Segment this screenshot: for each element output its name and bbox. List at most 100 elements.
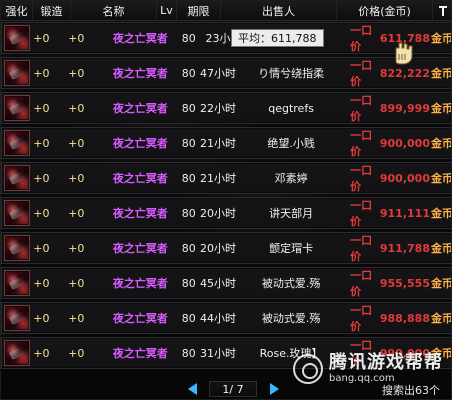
item-icon-cell [2,57,31,89]
price-cell: 一口价 911,788 [344,232,432,264]
item-name: 夜之亡冥者 [112,277,168,290]
forge-value: +0 [68,171,85,185]
header-lv[interactable]: Lv [157,1,177,21]
item-name: 夜之亡冥者 [112,172,168,185]
item-icon-cell [2,92,31,124]
watermark-main: 腾讯游戏帮帮 [329,352,443,373]
seller-name: 被动式爱.殇 [261,277,321,290]
term-value: 31小时 [199,347,236,360]
average-price-tooltip: 平均：611,788 [231,29,324,47]
seller-name: り情兮绕指柔 [258,67,325,80]
item-name: 夜之亡冥者 [112,207,168,220]
level-value: 80 [181,31,196,45]
forge-value: +0 [68,311,85,325]
header-forge[interactable]: 锻造 [33,1,71,21]
term-value: 47小时 [199,67,236,80]
header-price[interactable]: 价格(金币) [337,1,433,21]
result-row[interactable]: +0 +0 夜之亡冥者 80 47小时 り情兮绕指柔 一口价 822,222 金… [1,57,451,89]
strength-value: +0 [33,206,50,220]
watermark-text: 腾讯游戏帮帮 bang.qq.com [329,354,443,384]
price-cell: 一口价 899,999 [344,92,432,124]
strength-value: +0 [33,136,50,150]
strength-value: +0 [33,101,50,115]
seller-name: qegtrefs [268,101,314,115]
header-term-label: 期限 [187,4,210,18]
page-indicator: 1/ 7 [209,381,257,397]
pagination: 1/ 7 [185,380,281,398]
auction-window: 强化 锻造 名称 Lv 期限 出售人 价格(金币) +0 +0 夜之亡冥者 80… [0,0,452,400]
price-value: 911,788 [379,241,430,255]
price-value: 988,888 [379,311,430,325]
item-icon-cell [2,162,31,194]
strength-value: +0 [33,311,50,325]
currency-label: 金币 [430,32,452,45]
item-icon-cell [2,267,31,299]
forge-value: +0 [68,241,85,255]
term-value: 21小时 [199,137,236,150]
level-value: 80 [181,276,196,290]
header-term[interactable]: 期限 [177,1,221,21]
item-icon [3,95,30,121]
strength-value: +0 [33,276,50,290]
result-row[interactable]: +0 +0 夜之亡冥者 80 23小 一口价 611,788 金币 [1,22,452,54]
item-name: 夜之亡冥者 [112,312,168,325]
level-value: 80 [181,101,196,115]
header-name[interactable]: 名称 [71,1,157,21]
price-value: 822,222 [379,66,430,80]
item-icon [3,305,30,331]
result-row[interactable]: +0 +0 夜之亡冥者 80 20小时 讲天部月 一口价 911,111 金币 [1,197,451,229]
result-row[interactable]: +0 +0 夜之亡冥者 80 22小时 qegtrefs 一口价 899,999… [1,92,451,124]
forge-value: +0 [68,136,85,150]
buyout-label: 一口价 [350,304,373,333]
header-strength[interactable]: 强化 [1,1,33,21]
price-value: 899,999 [379,101,430,115]
price-cell: 一口价 900,000 [344,162,432,194]
price-cell: 一口价 988,888 [344,302,432,334]
result-row[interactable]: +0 +0 夜之亡冥者 80 45小时 被动式爱.殇 一口价 955,555 金… [1,267,452,299]
prev-page-button[interactable] [185,382,199,396]
next-page-button[interactable] [267,382,281,396]
strength-value: +0 [33,241,50,255]
level-value: 80 [181,66,196,80]
item-icon [3,235,30,261]
average-price-text: 平均：611,788 [238,32,317,45]
item-icon-cell [2,232,31,264]
result-row[interactable]: +0 +0 夜之亡冥者 80 21小时 绝望.小贱 一口价 900,000 金币 [1,127,451,159]
forge-value: +0 [68,31,85,45]
item-name: 夜之亡冥者 [112,137,168,150]
term-value: 22小时 [199,102,236,115]
header-seller[interactable]: 出售人 [221,1,337,21]
forge-value: +0 [68,66,85,80]
term-value: 20小时 [199,242,236,255]
price-value: 911,111 [379,206,430,220]
strength-value: +0 [33,31,50,45]
seller-name: 绝望.小贱 [267,137,315,150]
header-sort-button[interactable] [433,1,451,21]
price-cell: 一口价 955,555 [344,267,432,299]
watermark: 腾讯游戏帮帮 bang.qq.com [293,353,451,385]
level-value: 80 [181,206,196,220]
price-cell: 一口价 911,111 [344,197,432,229]
result-row[interactable]: +0 +0 夜之亡冥者 80 20小时 颤定瑁卡 一口价 911,788 金币 [1,232,451,264]
forge-value: +0 [68,346,85,360]
level-value: 80 [181,311,196,325]
header-price-label: 价格(金币) [358,4,411,18]
item-icon [3,200,30,226]
buyout-label: 一口价 [350,129,373,158]
buyout-label: 一口价 [350,199,373,228]
results-header: 强化 锻造 名称 Lv 期限 出售人 价格(金币) [1,1,451,21]
results-list: +0 +0 夜之亡冥者 80 23小 一口价 611,788 金币 +0 +0 … [1,22,452,372]
strength-value: +0 [33,171,50,185]
seller-name: 颤定瑁卡 [269,242,314,255]
sort-icon [437,5,449,17]
level-value: 80 [181,136,196,150]
page-indicator-text: 1/ 7 [222,382,244,396]
result-row[interactable]: +0 +0 夜之亡冥者 80 21小时 邓素婷 一口价 900,000 金币 [1,162,451,194]
currency-label: 金币 [430,277,452,290]
price-value: 900,000 [379,136,430,150]
item-icon [3,270,30,296]
term-value: 20小时 [199,207,236,220]
result-row[interactable]: +0 +0 夜之亡冥者 80 44小时 被动式爱.殇 一口价 988,888 金… [1,302,451,334]
search-count: 搜索出63个 [382,384,440,397]
price-value: 900,000 [379,171,430,185]
